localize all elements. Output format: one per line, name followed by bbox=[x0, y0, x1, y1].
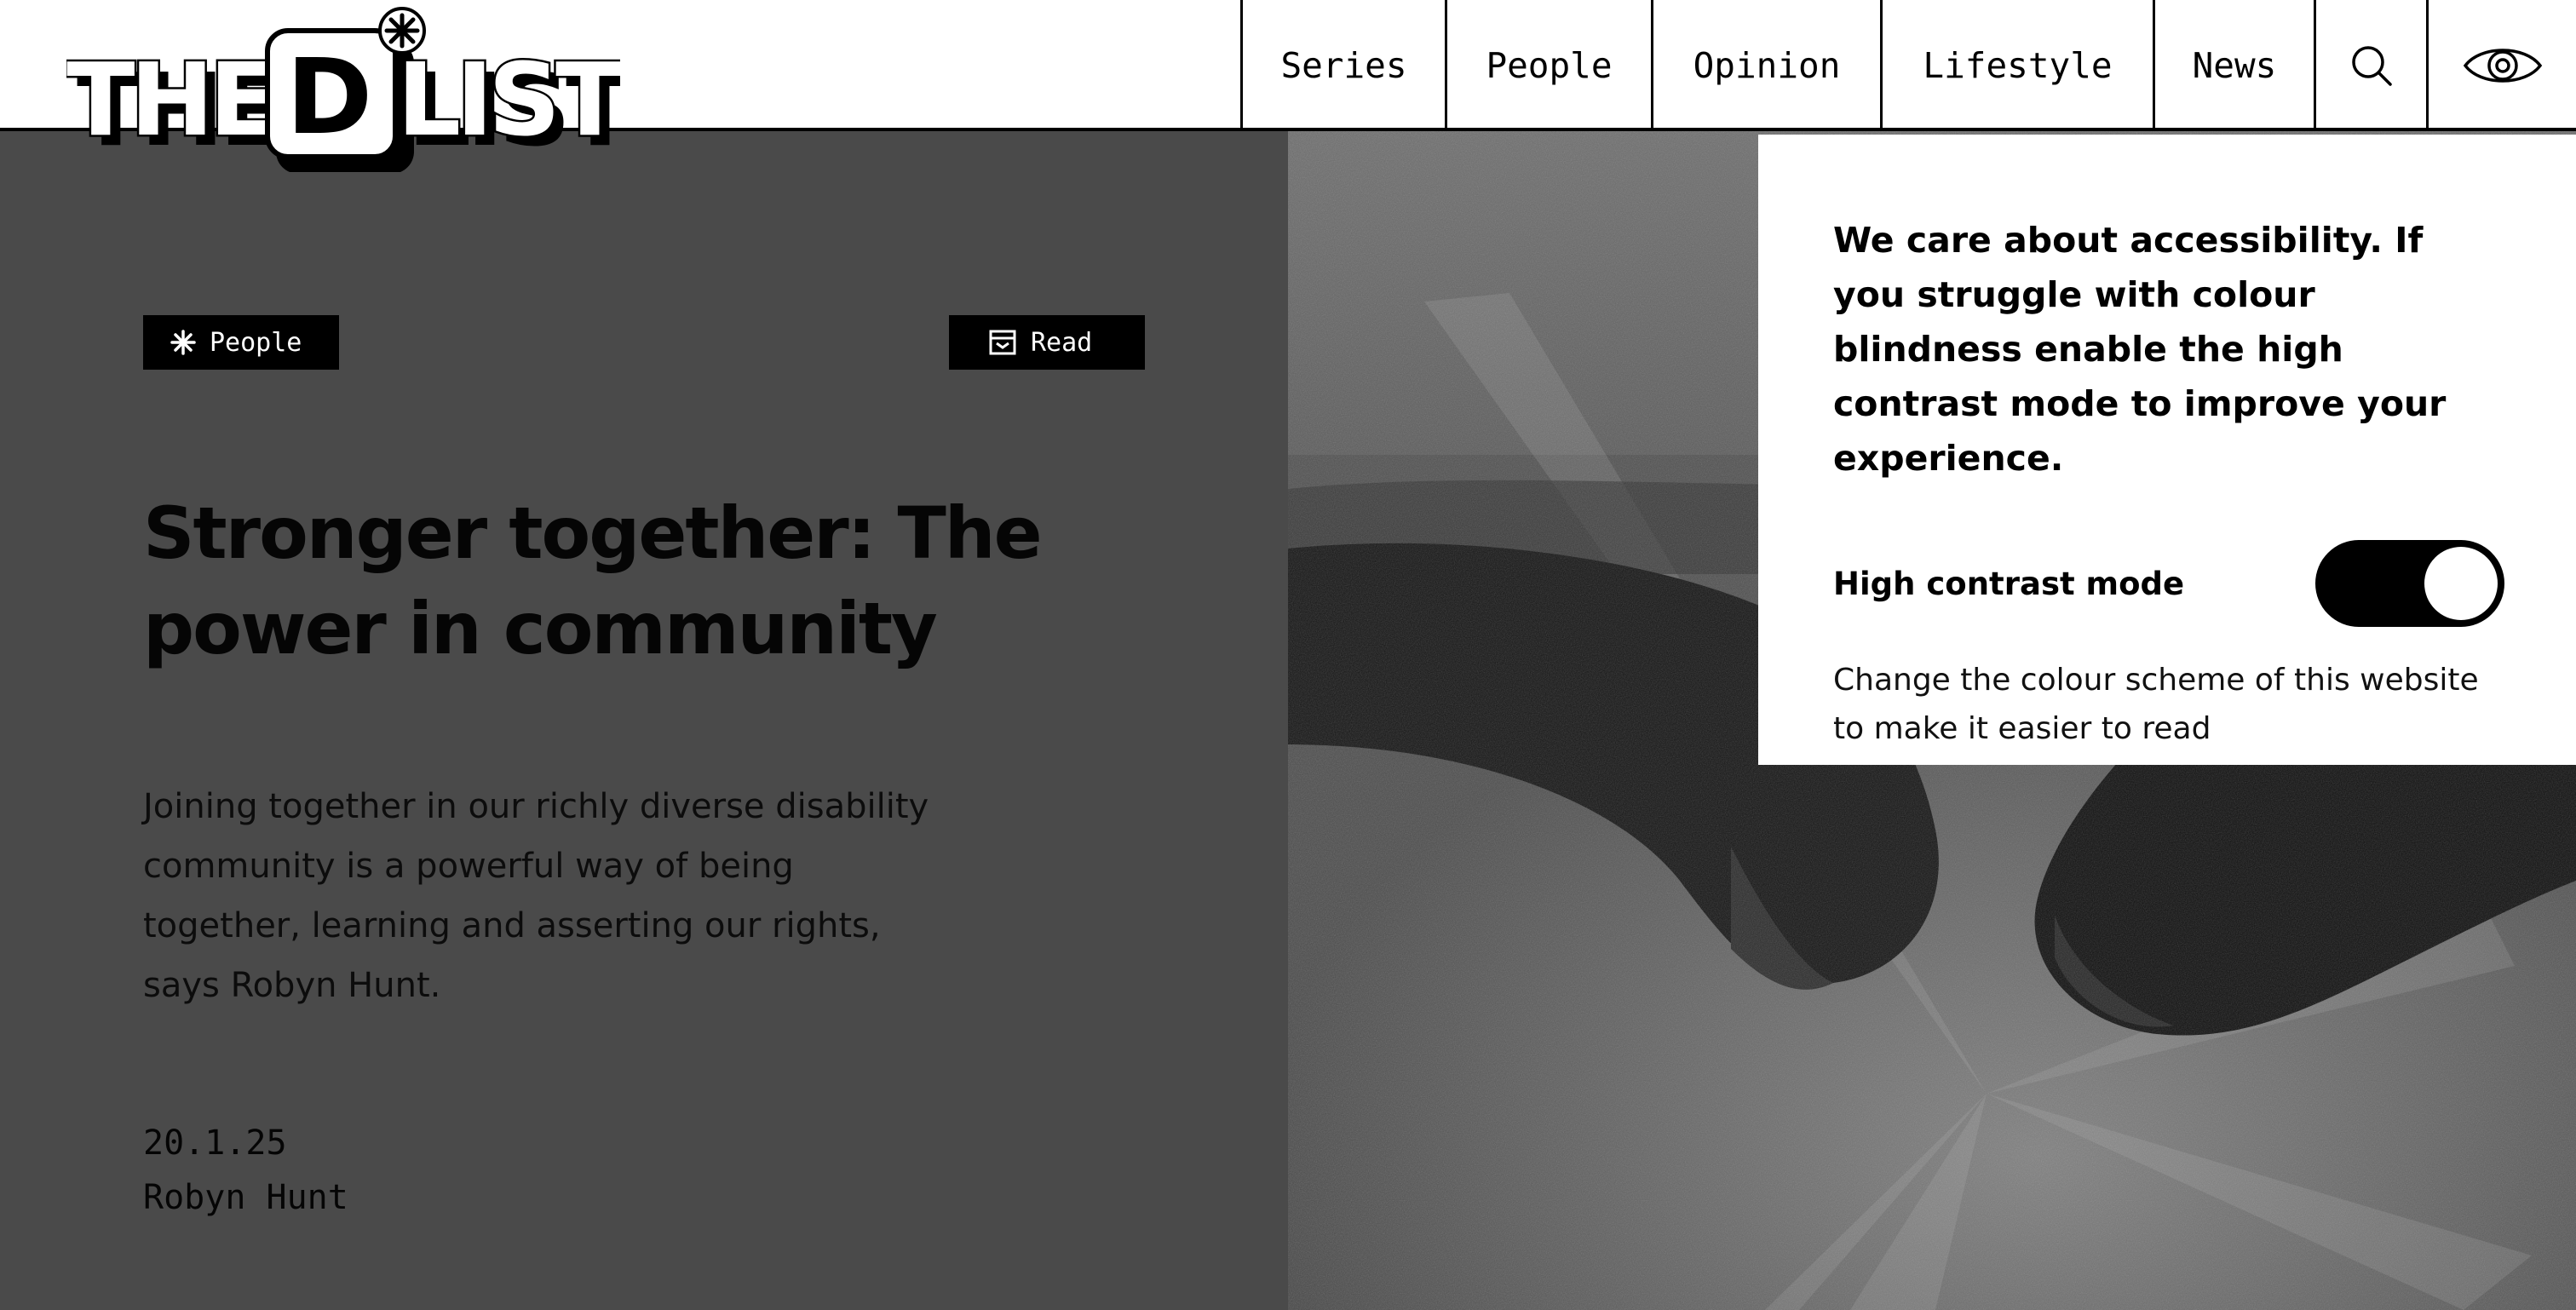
headline-line-2: power in community bbox=[143, 587, 938, 670]
accessibility-heading: We care about accessibility. If you stru… bbox=[1833, 220, 2447, 479]
category-tag-label: People bbox=[210, 327, 302, 358]
article-meta: 20.1.25 Robyn Hunt bbox=[143, 1116, 348, 1225]
the-d-list-logo: THE LIST THE D LIST bbox=[65, 7, 639, 174]
nav-item-people[interactable]: People bbox=[1445, 0, 1651, 131]
format-tag-label: Read bbox=[1031, 327, 1093, 358]
format-tag[interactable]: Read bbox=[949, 315, 1145, 370]
high-contrast-label: High contrast mode bbox=[1833, 565, 2185, 602]
article-standfirst: Joining together in our richly diverse d… bbox=[143, 787, 929, 1005]
toggle-knob bbox=[2424, 547, 2498, 620]
svg-text:LIST: LIST bbox=[397, 41, 620, 158]
main-nav: Series People Opinion Lifestyle News bbox=[1240, 0, 2576, 131]
accessibility-button[interactable] bbox=[2426, 0, 2576, 131]
search-icon bbox=[2351, 46, 2392, 86]
svg-text:THE: THE bbox=[66, 41, 273, 158]
high-contrast-row: High contrast mode bbox=[1833, 540, 2504, 627]
article-author[interactable]: Robyn Hunt bbox=[143, 1170, 348, 1225]
nav-item-news[interactable]: News bbox=[2153, 0, 2314, 131]
article-date: 20.1.25 bbox=[143, 1123, 287, 1163]
site-logo[interactable]: THE LIST THE D LIST bbox=[65, 5, 639, 174]
eye-icon bbox=[2463, 49, 2542, 83]
headline-line-1: Stronger together: The bbox=[143, 491, 1043, 575]
svg-text:D: D bbox=[286, 37, 372, 158]
accessibility-popup: We care about accessibility. If you stru… bbox=[1758, 135, 2576, 765]
search-button[interactable] bbox=[2314, 0, 2426, 131]
category-tag[interactable]: People bbox=[143, 315, 339, 370]
asterisk-icon bbox=[170, 330, 196, 355]
high-contrast-description: Change the colour scheme of this website… bbox=[1833, 663, 2479, 746]
nav-item-opinion[interactable]: Opinion bbox=[1651, 0, 1880, 131]
high-contrast-toggle[interactable] bbox=[2315, 540, 2504, 627]
article-headline[interactable]: Stronger together: The power in communit… bbox=[143, 486, 1251, 676]
nav-item-lifestyle[interactable]: Lifestyle bbox=[1880, 0, 2153, 131]
book-icon bbox=[989, 330, 1016, 355]
nav-item-series[interactable]: Series bbox=[1240, 0, 1445, 131]
